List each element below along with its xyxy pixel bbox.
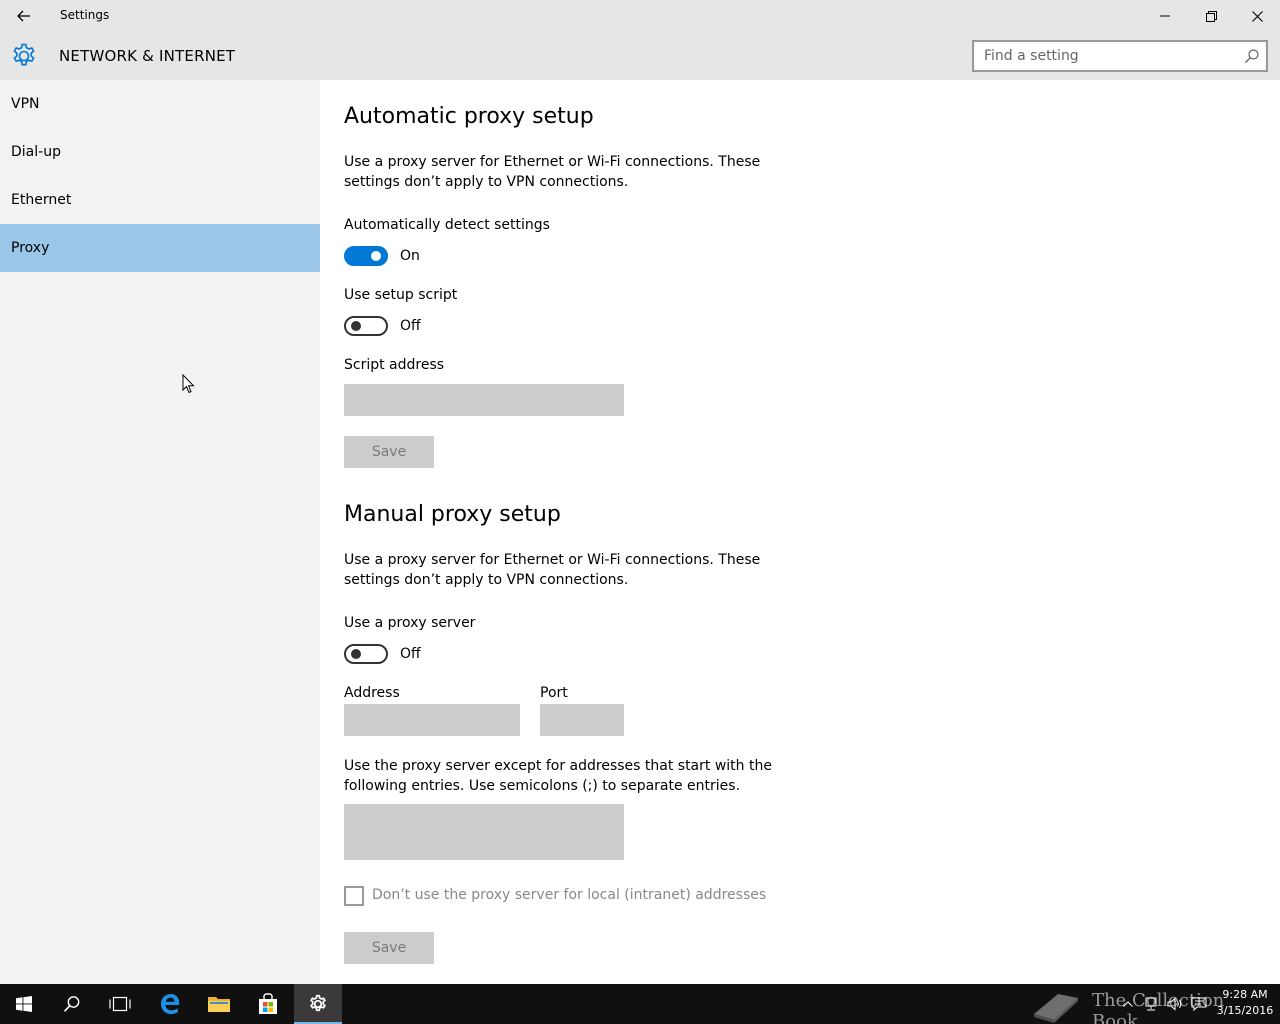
sidebar-item-label: Ethernet bbox=[11, 192, 72, 208]
search-input[interactable] bbox=[974, 42, 1232, 70]
port-label: Port bbox=[540, 685, 568, 701]
auto-detect-label: Automatically detect settings bbox=[344, 217, 550, 233]
use-proxy-state: Off bbox=[400, 646, 421, 662]
shopping-bag-icon bbox=[259, 993, 277, 1014]
toggle-knob bbox=[351, 649, 361, 659]
use-proxy-label: Use a proxy server bbox=[344, 615, 476, 631]
search-box[interactable] bbox=[972, 40, 1268, 72]
sidebar-item-vpn[interactable]: VPN bbox=[0, 80, 320, 128]
manual-proxy-description: Use a proxy server for Ethernet or Wi-Fi… bbox=[344, 552, 761, 588]
taskbar-clock[interactable]: 9:28 AM 3/15/2016 bbox=[1212, 987, 1278, 1019]
script-address-label: Script address bbox=[344, 357, 445, 373]
local-bypass-checkbox[interactable] bbox=[344, 886, 364, 906]
close-button[interactable] bbox=[1234, 0, 1280, 32]
edge-button[interactable] bbox=[146, 984, 194, 1024]
title-bar: Settings bbox=[0, 0, 1280, 32]
search-icon bbox=[63, 996, 80, 1012]
network-tray-button[interactable] bbox=[1140, 984, 1162, 1024]
proxy-settings-page: Automatic proxy setup Use a proxy server… bbox=[320, 80, 1280, 984]
port-field[interactable] bbox=[540, 704, 624, 736]
manual-proxy-heading: Manual proxy setup bbox=[344, 502, 561, 527]
restore-icon bbox=[1205, 10, 1217, 22]
back-button[interactable] bbox=[0, 0, 48, 32]
action-center-button[interactable] bbox=[1188, 984, 1210, 1024]
chevron-up-icon bbox=[1123, 1001, 1133, 1007]
page-title: NETWORK & INTERNET bbox=[59, 47, 236, 65]
script-address-field[interactable] bbox=[344, 384, 624, 416]
clock-date: 3/15/2016 bbox=[1216, 1004, 1274, 1017]
address-field[interactable] bbox=[344, 704, 520, 736]
sidebar-item-ethernet[interactable]: Ethernet bbox=[0, 176, 320, 224]
restore-button[interactable] bbox=[1188, 0, 1234, 32]
sidebar-item-proxy[interactable]: Proxy bbox=[0, 224, 320, 272]
setup-script-toggle[interactable] bbox=[344, 316, 388, 336]
manual-proxy-save-button[interactable]: Save bbox=[344, 932, 434, 964]
windows-logo-icon bbox=[16, 996, 32, 1012]
gear-icon bbox=[13, 43, 35, 66]
window-title: Settings bbox=[60, 8, 110, 22]
use-proxy-toggle[interactable] bbox=[344, 644, 388, 664]
mouse-cursor-icon bbox=[182, 374, 195, 394]
taskbar: The Collection Book 9:28 AM 3/15/2016 bbox=[0, 984, 1280, 1024]
auto-proxy-heading: Automatic proxy setup bbox=[344, 104, 594, 129]
folder-icon bbox=[208, 997, 230, 1012]
sidebar-item-label: Dial-up bbox=[11, 144, 61, 160]
address-label: Address bbox=[344, 685, 400, 701]
settings-taskbar-button[interactable] bbox=[294, 984, 342, 1024]
toggle-knob bbox=[371, 251, 381, 261]
minimize-icon bbox=[1160, 15, 1170, 17]
task-view-button[interactable] bbox=[96, 984, 144, 1024]
store-button[interactable] bbox=[244, 984, 292, 1024]
network-icon bbox=[1145, 997, 1157, 1011]
minimize-button[interactable] bbox=[1142, 0, 1188, 32]
edge-icon bbox=[161, 994, 180, 1014]
auto-detect-state: On bbox=[400, 248, 420, 264]
auto-proxy-save-button[interactable]: Save bbox=[344, 436, 434, 468]
task-view-icon bbox=[109, 996, 131, 1012]
sidebar-item-label: VPN bbox=[11, 96, 40, 112]
clock-time: 9:28 AM bbox=[1222, 988, 1268, 1001]
sidebar-item-dial-up[interactable]: Dial-up bbox=[0, 128, 320, 176]
book-icon bbox=[1034, 994, 1078, 1023]
exceptions-field[interactable] bbox=[344, 804, 624, 860]
search-taskbar-button[interactable] bbox=[48, 984, 96, 1024]
file-explorer-button[interactable] bbox=[195, 984, 243, 1024]
local-bypass-label: Don’t use the proxy server for local (in… bbox=[372, 887, 767, 903]
gear-icon bbox=[310, 994, 326, 1012]
exceptions-description: Use the proxy server except for addresse… bbox=[344, 758, 772, 794]
auto-detect-toggle[interactable] bbox=[344, 246, 388, 266]
sidebar-item-label: Proxy bbox=[11, 240, 50, 256]
close-icon bbox=[1251, 10, 1263, 22]
setup-script-state: Off bbox=[400, 318, 421, 334]
search-icon[interactable] bbox=[1244, 48, 1260, 64]
sidebar: VPN Dial-up Ethernet Proxy bbox=[0, 80, 320, 984]
start-button[interactable] bbox=[0, 984, 48, 1024]
show-hidden-icons-button[interactable] bbox=[1118, 984, 1138, 1024]
auto-proxy-description: Use a proxy server for Ethernet or Wi-Fi… bbox=[344, 154, 761, 190]
toggle-knob bbox=[351, 321, 361, 331]
notification-icon bbox=[1191, 997, 1207, 1011]
speaker-icon bbox=[1167, 997, 1182, 1011]
arrow-left-icon bbox=[17, 10, 30, 22]
volume-tray-button[interactable] bbox=[1164, 984, 1186, 1024]
setup-script-label: Use setup script bbox=[344, 287, 458, 303]
settings-header: NETWORK & INTERNET bbox=[0, 32, 1280, 80]
